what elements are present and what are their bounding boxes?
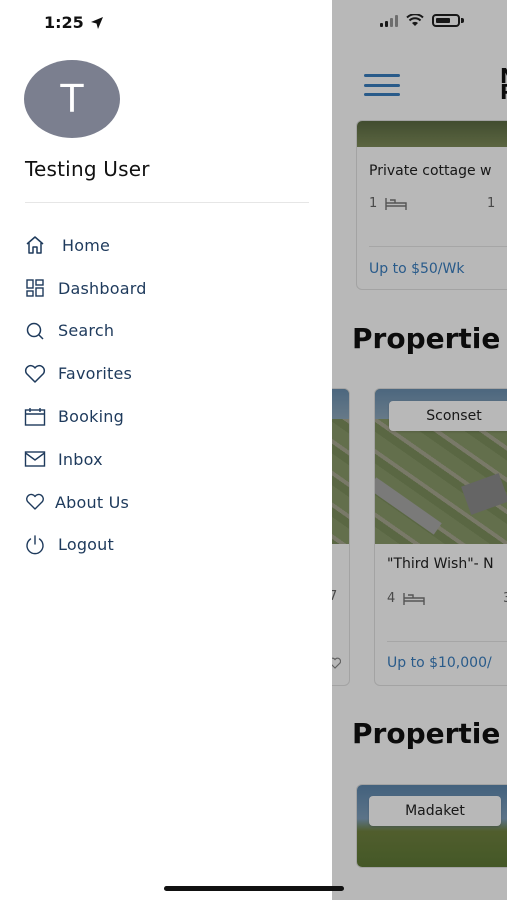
drawer-scrim[interactable] xyxy=(332,0,507,900)
navigation-drawer: 1:25 T Testing User Home Dashboard Searc… xyxy=(0,0,332,900)
mail-icon xyxy=(24,448,46,470)
menu-item-inbox[interactable]: Inbox xyxy=(24,438,324,481)
power-icon xyxy=(24,534,46,556)
menu-item-label: Logout xyxy=(58,535,114,555)
menu-item-label: Dashboard xyxy=(58,278,147,298)
menu-item-search[interactable]: Search xyxy=(24,310,324,353)
dashboard-icon xyxy=(24,277,46,299)
user-name: Testing User xyxy=(25,157,150,181)
menu-item-label: Inbox xyxy=(58,449,103,469)
menu-item-logout[interactable]: Logout xyxy=(24,524,324,567)
drawer-menu: Home Dashboard Search Favorites Booking … xyxy=(24,224,324,566)
menu-item-label: Search xyxy=(58,321,115,341)
avatar: T xyxy=(24,60,120,138)
menu-item-about-us[interactable]: About Us xyxy=(24,481,324,524)
menu-item-home[interactable]: Home xyxy=(24,224,324,267)
search-icon xyxy=(24,320,46,342)
home-indicator[interactable] xyxy=(164,886,344,891)
status-time: 1:25 xyxy=(44,13,104,32)
home-icon xyxy=(24,234,46,256)
menu-item-label: Home xyxy=(62,235,111,255)
menu-item-label: Booking xyxy=(58,407,124,427)
calendar-icon xyxy=(24,406,46,428)
heart-icon xyxy=(24,363,46,385)
menu-item-label: About Us xyxy=(55,492,130,512)
menu-item-label: Favorites xyxy=(58,364,133,384)
divider xyxy=(25,202,309,203)
location-arrow-icon xyxy=(90,16,103,29)
menu-item-dashboard[interactable]: Dashboard xyxy=(24,267,324,310)
menu-item-favorites[interactable]: Favorites xyxy=(24,352,324,395)
menu-item-booking[interactable]: Booking xyxy=(24,395,324,438)
heart-outline-icon xyxy=(24,491,46,513)
